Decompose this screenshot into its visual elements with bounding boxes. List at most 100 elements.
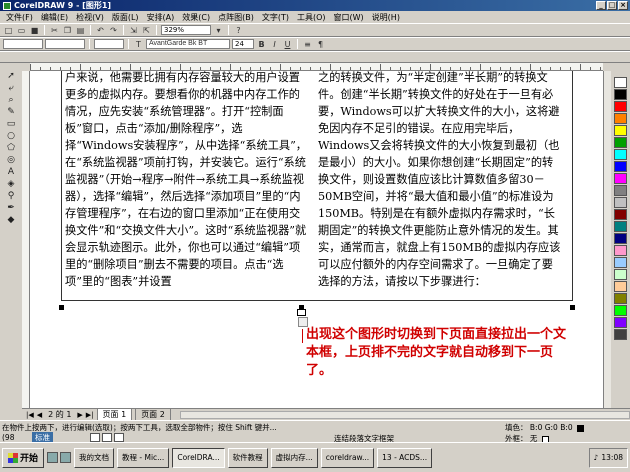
- width-field[interactable]: [45, 39, 85, 49]
- x-position-field[interactable]: [3, 39, 43, 49]
- palette-swatch[interactable]: [614, 269, 627, 280]
- fill-tool-icon[interactable]: ◆: [4, 215, 18, 226]
- bold-button[interactable]: B: [256, 39, 267, 50]
- zoom-level-field[interactable]: 329%: [161, 25, 211, 35]
- font-name-select[interactable]: AvantGarde Bk BT: [146, 39, 230, 49]
- polygon-tool-icon[interactable]: ⬠: [4, 143, 18, 154]
- desktop-icon[interactable]: [47, 452, 59, 463]
- next-page-icon[interactable]: ▶: [77, 411, 82, 419]
- task-acdsee[interactable]: 13 - ACDS...: [377, 447, 433, 468]
- spiral-tool-icon[interactable]: ◎: [4, 155, 18, 166]
- fill-swatch[interactable]: [577, 424, 585, 432]
- palette-swatch[interactable]: [614, 125, 627, 136]
- shape-tool-icon[interactable]: ⤶: [4, 83, 18, 94]
- palette-swatch[interactable]: [614, 101, 627, 112]
- rectangle-tool-icon[interactable]: ▭: [4, 119, 18, 130]
- palette-swatch[interactable]: [614, 245, 627, 256]
- chevron-down-icon[interactable]: ▾: [213, 25, 224, 36]
- view-icon[interactable]: [90, 433, 100, 442]
- palette-swatch[interactable]: [614, 233, 627, 244]
- export-icon[interactable]: ⇱: [141, 25, 152, 36]
- task-my-documents[interactable]: 我的文档: [74, 447, 115, 468]
- zoom-tool-icon[interactable]: ⌕: [4, 95, 18, 106]
- prev-page-icon[interactable]: ◀: [37, 411, 42, 419]
- menu-view[interactable]: 检视(V): [72, 12, 108, 23]
- menu-edit[interactable]: 编辑(E): [37, 12, 72, 23]
- selection-handle[interactable]: [59, 305, 64, 310]
- palette-swatch[interactable]: [614, 113, 627, 124]
- pick-tool-icon[interactable]: ➚: [4, 71, 18, 82]
- help-icon[interactable]: ?: [233, 25, 244, 36]
- cut-icon[interactable]: ✂: [49, 25, 60, 36]
- format-text-icon[interactable]: ¶: [315, 39, 326, 50]
- palette-swatch[interactable]: [614, 257, 627, 268]
- horizontal-scrollbar[interactable]: [179, 410, 630, 419]
- eyedropper-tool-icon[interactable]: ⚲: [4, 191, 18, 202]
- start-button[interactable]: 开始: [2, 447, 45, 468]
- palette-swatch[interactable]: [614, 209, 627, 220]
- interactive-tool-icon[interactable]: ◈: [4, 179, 18, 190]
- redo-icon[interactable]: ↷: [108, 25, 119, 36]
- last-page-icon[interactable]: ▶|: [86, 411, 94, 419]
- task-coreldraw[interactable]: CorelDRA...: [172, 447, 225, 468]
- palette-swatch[interactable]: [614, 317, 627, 328]
- menu-tools[interactable]: 工具(O): [293, 12, 330, 23]
- page-tab-2[interactable]: 页面 2: [135, 408, 171, 421]
- selection-handle[interactable]: [570, 305, 575, 310]
- menu-effects[interactable]: 效果(C): [178, 12, 214, 23]
- menu-file[interactable]: 文件(F): [2, 12, 37, 23]
- browser-icon[interactable]: [60, 452, 72, 463]
- palette-swatch[interactable]: [614, 185, 627, 196]
- drawing-canvas[interactable]: 户来说，他需要比拥有内存容量较大的用户设置更多的虚拟内存。要想看你的机器中内存工…: [30, 71, 603, 408]
- palette-swatch[interactable]: [614, 161, 627, 172]
- palette-swatch[interactable]: [614, 221, 627, 232]
- font-size-select[interactable]: 24: [232, 39, 254, 49]
- task-software-tutorial[interactable]: 软件教程: [227, 447, 268, 468]
- text-frame-1[interactable]: 户来说，他需要比拥有内存容量较大的用户设置更多的虚拟内存。要想看你的机器中内存工…: [65, 71, 307, 290]
- volume-icon[interactable]: ♪: [594, 453, 599, 462]
- palette-swatch[interactable]: [614, 137, 627, 148]
- minimize-button[interactable]: _: [596, 1, 606, 10]
- task-tutorial[interactable]: 教程 - Mic...: [117, 447, 170, 468]
- palette-swatch[interactable]: [614, 293, 627, 304]
- view-icon[interactable]: [102, 433, 112, 442]
- ellipse-tool-icon[interactable]: ○: [4, 131, 18, 142]
- open-file-icon[interactable]: ▭: [16, 25, 27, 36]
- outline-tool-icon[interactable]: ✒: [4, 203, 18, 214]
- align-icon[interactable]: ≡: [302, 39, 313, 50]
- palette-swatch[interactable]: [614, 149, 627, 160]
- freehand-tool-icon[interactable]: ✎: [4, 107, 18, 118]
- page-tab-1[interactable]: 页面 1: [96, 408, 133, 421]
- menu-window[interactable]: 窗口(W): [330, 12, 368, 23]
- task-coreldraw-2[interactable]: coreldraw...: [320, 447, 375, 468]
- vertical-scrollbar[interactable]: [603, 71, 611, 408]
- menu-bitmaps[interactable]: 点阵图(B): [214, 12, 258, 23]
- copy-icon[interactable]: ❐: [62, 25, 73, 36]
- italic-button[interactable]: I: [269, 39, 280, 50]
- palette-swatch[interactable]: [614, 89, 627, 100]
- undo-icon[interactable]: ↶: [95, 25, 106, 36]
- text-tool-icon[interactable]: A: [4, 167, 18, 178]
- menu-text[interactable]: 文字(T): [258, 12, 293, 23]
- menu-layout[interactable]: 版面(L): [108, 12, 143, 23]
- view-icon[interactable]: [114, 433, 124, 442]
- palette-swatch[interactable]: [614, 329, 627, 340]
- scale-field[interactable]: [94, 39, 124, 49]
- save-icon[interactable]: ■: [29, 25, 40, 36]
- underline-button[interactable]: U: [282, 39, 293, 50]
- text-frame-2[interactable]: 之的转换文件，为“半定创建”半长期”的转换文件。创建“半长期”转换文件的好处在于…: [318, 71, 564, 290]
- palette-swatch[interactable]: [614, 305, 627, 316]
- new-file-icon[interactable]: □: [3, 25, 14, 36]
- first-page-icon[interactable]: |◀: [26, 411, 34, 419]
- palette-swatch[interactable]: [614, 77, 627, 88]
- task-virtual-memory[interactable]: 虚拟内存...: [270, 447, 318, 468]
- import-icon[interactable]: ⇲: [128, 25, 139, 36]
- close-button[interactable]: ×: [618, 1, 628, 10]
- palette-swatch[interactable]: [614, 173, 627, 184]
- maximize-button[interactable]: □: [607, 1, 617, 10]
- palette-swatch[interactable]: [614, 281, 627, 292]
- palette-swatch[interactable]: [614, 197, 627, 208]
- paste-icon[interactable]: ▤: [75, 25, 86, 36]
- menu-help[interactable]: 说明(H): [368, 12, 404, 23]
- menu-arrange[interactable]: 安排(A): [143, 12, 179, 23]
